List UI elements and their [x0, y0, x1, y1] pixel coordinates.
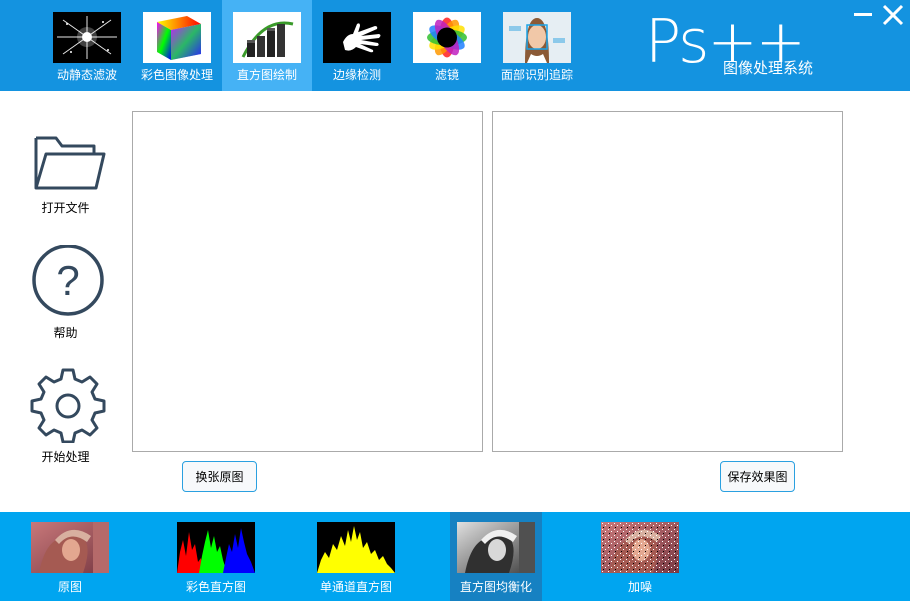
- tool-label: 滤镜: [434, 68, 459, 82]
- start-processing-button[interactable]: 开始处理: [18, 367, 113, 467]
- hand-edge-icon: [323, 12, 391, 63]
- open-file-button[interactable]: 打开文件: [18, 130, 113, 220]
- starburst-filter-icon: [53, 12, 121, 63]
- minimize-button[interactable]: [852, 7, 874, 21]
- help-button[interactable]: ? 帮助: [18, 245, 113, 345]
- op-histogram-equalization[interactable]: 直方图均衡化: [450, 512, 542, 601]
- op-single-channel-histogram[interactable]: 单通道直方图: [310, 512, 402, 601]
- face-scan-icon: [503, 12, 571, 63]
- app-brand: Ps++ 图像处理系统: [645, 6, 845, 86]
- op-label: 彩色直方图: [185, 580, 246, 594]
- op-color-histogram[interactable]: 彩色直方图: [170, 512, 262, 601]
- tool-filters[interactable]: 滤镜: [402, 0, 492, 91]
- help-icon: ?: [32, 245, 104, 316]
- color-wheel-icon: [413, 12, 481, 63]
- add-noise-icon: [601, 522, 679, 573]
- tool-histogram-drawing[interactable]: 直方图绘制: [222, 0, 312, 91]
- svg-text:?: ?: [56, 257, 79, 304]
- close-button[interactable]: [879, 1, 907, 29]
- tool-label: 边缘检测: [332, 68, 381, 82]
- op-label: 加噪: [627, 580, 652, 594]
- close-icon: [882, 4, 904, 26]
- op-add-noise[interactable]: 加噪: [594, 512, 686, 601]
- tool-dynamic-static-filter[interactable]: 动静态滤波: [42, 0, 132, 91]
- save-result-button[interactable]: 保存效果图: [720, 461, 795, 492]
- help-label: 帮助: [53, 326, 78, 340]
- tool-label: 面部识别追踪: [500, 68, 573, 82]
- op-label: 直方图均衡化: [459, 580, 532, 594]
- app-subtitle: 图像处理系统: [723, 59, 814, 77]
- open-file-label: 打开文件: [41, 201, 90, 215]
- original-image-panel: [132, 111, 483, 452]
- tool-label: 彩色图像处理: [140, 68, 213, 82]
- histogram-bars-icon: [233, 12, 301, 63]
- tool-color-image-processing[interactable]: 彩色图像处理: [132, 0, 222, 91]
- bottom-toolbar: 原图 彩色直方图 单通道直方图 直方图均衡化 加噪: [0, 512, 910, 601]
- single-channel-histogram-icon: [317, 522, 395, 573]
- op-label: 单通道直方图: [319, 580, 392, 594]
- tool-edge-detection[interactable]: 边缘检测: [312, 0, 402, 91]
- color-cube-icon: [143, 12, 211, 63]
- minimize-icon: [854, 13, 872, 16]
- op-label: 原图: [57, 580, 82, 594]
- tool-label: 直方图绘制: [236, 68, 297, 82]
- histogram-equalization-icon: [457, 522, 535, 573]
- tool-face-tracking[interactable]: 面部识别追踪: [492, 0, 582, 91]
- color-histogram-icon: [177, 522, 255, 573]
- gear-icon: [30, 368, 106, 443]
- start-processing-label: 开始处理: [41, 450, 90, 464]
- op-original-image[interactable]: 原图: [24, 512, 116, 601]
- change-image-button[interactable]: 换张原图: [182, 461, 257, 492]
- tool-label: 动静态滤波: [56, 68, 117, 82]
- result-image-panel: [492, 111, 843, 452]
- folder-icon: [34, 136, 106, 190]
- top-toolbar: 动静态滤波 彩色图像处理 直方图绘制 边缘检测 滤镜 面部识别追踪 Ps++ 图…: [0, 0, 910, 91]
- original-image-icon: [31, 522, 109, 573]
